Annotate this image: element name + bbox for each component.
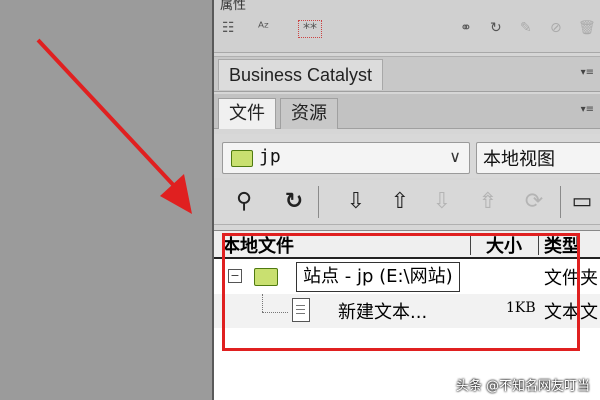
column-resize-handle[interactable] <box>538 233 539 255</box>
edit-icon: ✎ <box>520 20 532 36</box>
check-in-icon: ⇮ <box>478 189 498 214</box>
expand-icon[interactable]: ▭ <box>568 188 596 216</box>
sort-icon[interactable]: ᴬᶻ <box>258 20 269 36</box>
chevron-down-icon: ∨ <box>449 147 461 166</box>
files-toolbar: ⚲ ↻ ⇩ ⇧ ⇩ ⇮ ⟳ ▭ <box>214 180 600 225</box>
row-type: 文件夹 <box>544 268 598 289</box>
column-resize-handle[interactable] <box>470 233 471 255</box>
panel-menu-icon[interactable]: ▾≡ <box>581 67 594 78</box>
tab-files[interactable]: 文件 <box>218 98 276 129</box>
view-select-value: 本地视图 <box>483 149 555 170</box>
collapse-toggle-icon[interactable]: − <box>228 269 242 283</box>
connect-icon[interactable]: ⚲ <box>230 188 258 216</box>
link-icon[interactable]: ⚭ <box>460 20 472 36</box>
tab-assets[interactable]: 资源 <box>280 98 338 129</box>
files-panel-tabs: 文件 资源 ▾≡ <box>214 94 600 129</box>
row-type: 文本文 <box>544 302 598 323</box>
toolbar-separator <box>318 186 319 218</box>
column-local-files[interactable]: 本地文件 <box>222 232 294 258</box>
view-select[interactable]: 本地视图 ∨ <box>476 142 600 174</box>
file-list-header: 本地文件 大小 类型 <box>214 230 600 259</box>
tree-connector <box>262 294 263 312</box>
business-catalyst-panel-header: Business Catalyst ▾≡ <box>214 56 600 92</box>
site-selector-row: jp ∨ 本地视图 ∨ <box>214 134 600 178</box>
column-type[interactable]: 类型 <box>544 232 580 258</box>
text-file-icon <box>292 298 310 322</box>
site-select[interactable]: jp ∨ <box>222 142 470 174</box>
refresh-icon[interactable]: ↻ <box>280 188 308 216</box>
watermark: 头条 @不知名网友叮当 <box>455 379 590 394</box>
workspace-background <box>0 0 214 400</box>
check-out-icon: ⇩ <box>432 189 452 214</box>
row-size: 1KB <box>506 300 536 316</box>
toolbar-separator <box>560 186 561 218</box>
get-files-icon[interactable]: ⇩ <box>342 188 370 216</box>
panel-menu-icon[interactable]: ▾≡ <box>581 104 594 115</box>
show-set-icon[interactable]: ** <box>298 20 322 38</box>
properties-label: 属性 <box>220 0 247 13</box>
folder-icon <box>231 150 253 167</box>
table-row[interactable]: − 站点 - jp (E:\网站) 文件夹 <box>214 260 600 294</box>
put-files-icon[interactable]: ⇧ <box>386 188 414 216</box>
tree-connector <box>262 312 288 313</box>
site-root-name-input[interactable]: 站点 - jp (E:\网站) <box>296 262 460 292</box>
tab-business-catalyst[interactable]: Business Catalyst <box>218 59 384 90</box>
properties-toolbar-fragment: 属性 ☷ ᴬᶻ ** ⚭ ↻ ✎ ⊘ 🗑 <box>214 0 600 53</box>
right-panel-dock: 属性 ☷ ᴬᶻ ** ⚭ ↻ ✎ ⊘ 🗑 Business Catalyst ▾… <box>214 0 600 400</box>
synchronize-icon: ⟳ <box>524 189 544 214</box>
column-size[interactable]: 大小 <box>486 232 522 258</box>
attach-icon[interactable]: ↻ <box>490 20 502 36</box>
row-file-name: 新建文本... <box>338 302 428 323</box>
disable-icon: ⊘ <box>550 20 562 36</box>
site-select-value: jp <box>259 146 281 167</box>
folder-icon <box>254 268 278 286</box>
table-row[interactable]: 新建文本... 1KB 文本文 <box>214 294 600 328</box>
list-view-icon[interactable]: ☷ <box>222 20 235 36</box>
delete-icon: 🗑 <box>578 20 596 36</box>
